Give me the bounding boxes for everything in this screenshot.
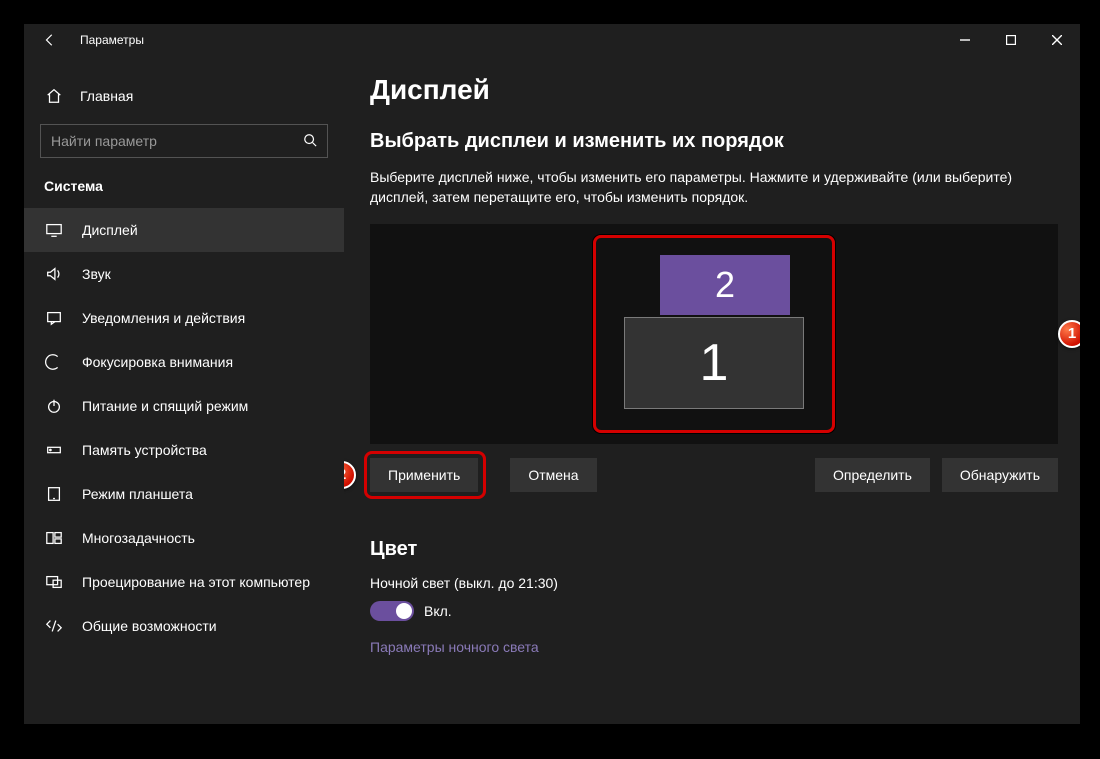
identify-button[interactable]: Определить (815, 458, 930, 492)
home-icon (44, 87, 64, 105)
sidebar-item-label: Многозадачность (82, 530, 195, 546)
shared-icon (44, 616, 64, 636)
search-wrap (24, 116, 344, 168)
sidebar: Главная Система Дисплей Звук (24, 56, 344, 724)
content: Дисплей Выбрать дисплеи и изменить их по… (344, 56, 1080, 724)
spacer (609, 458, 803, 492)
sidebar-item-label: Дисплей (82, 222, 138, 238)
toggle-knob (396, 603, 412, 619)
body: Главная Система Дисплей Звук (24, 56, 1080, 724)
sidebar-category: Система (24, 168, 344, 208)
sidebar-item-label: Уведомления и действия (82, 310, 245, 326)
sidebar-item-label: Общие возможности (82, 618, 217, 634)
sidebar-item-notifications[interactable]: Уведомления и действия (24, 296, 344, 340)
sidebar-item-label: Питание и спящий режим (82, 398, 248, 414)
night-light-settings-link[interactable]: Параметры ночного света (370, 639, 1050, 655)
sidebar-home[interactable]: Главная (24, 76, 344, 116)
search-input[interactable] (51, 133, 303, 149)
power-icon (44, 396, 64, 416)
sidebar-item-projecting[interactable]: Проецирование на этот компьютер (24, 560, 344, 604)
callout-badge-2: 2 (344, 461, 356, 489)
back-button[interactable] (38, 33, 62, 47)
arrange-heading: Выбрать дисплеи и изменить их порядок (370, 130, 1050, 153)
detect-button[interactable]: Обнаружить (942, 458, 1058, 492)
apply-button[interactable]: Применить (370, 458, 478, 492)
color-heading: Цвет (370, 538, 1050, 561)
focus-icon (44, 352, 64, 372)
sidebar-item-focus[interactable]: Фокусировка внимания (24, 340, 344, 384)
sound-icon (44, 264, 64, 284)
sidebar-item-label: Фокусировка внимания (82, 354, 233, 370)
titlebar: Параметры (24, 24, 1080, 56)
monitor-2[interactable]: 2 (660, 255, 790, 315)
minimize-button[interactable] (942, 24, 988, 56)
monitor-stack: 2 1 (624, 249, 804, 419)
multitasking-icon (44, 528, 64, 548)
window-controls (942, 24, 1080, 56)
page-title: Дисплей (370, 74, 1050, 106)
night-light-toggle-row: Вкл. (370, 601, 1050, 621)
settings-window: Параметры Главная С (24, 24, 1080, 724)
sidebar-item-label: Звук (82, 266, 111, 282)
night-light-label: Ночной свет (выкл. до 21:30) (370, 575, 1050, 591)
window-title: Параметры (80, 33, 144, 47)
monitor-1[interactable]: 1 (624, 317, 804, 409)
night-light-toggle[interactable] (370, 601, 414, 621)
sidebar-home-label: Главная (80, 88, 133, 104)
cancel-button[interactable]: Отмена (510, 458, 596, 492)
monitor-2-label: 2 (715, 264, 735, 306)
sidebar-item-label: Память устройства (82, 442, 207, 458)
sidebar-item-power[interactable]: Питание и спящий режим (24, 384, 344, 428)
search-box[interactable] (40, 124, 328, 158)
close-button[interactable] (1034, 24, 1080, 56)
sidebar-item-multitasking[interactable]: Многозадачность (24, 516, 344, 560)
storage-icon (44, 440, 64, 460)
sidebar-item-storage[interactable]: Память устройства (24, 428, 344, 472)
tablet-icon (44, 484, 64, 504)
arrange-button-row: Применить 2 Отмена Определить Обнаружить (370, 458, 1058, 492)
search-icon (303, 133, 317, 150)
sidebar-nav: Дисплей Звук Уведомления и действия Фоку… (24, 208, 344, 648)
sidebar-item-sound[interactable]: Звук (24, 252, 344, 296)
projecting-icon (44, 572, 64, 592)
display-icon (44, 220, 64, 240)
sidebar-item-label: Режим планшета (82, 486, 193, 502)
display-arrange-canvas[interactable]: 2 1 (370, 224, 1058, 444)
maximize-button[interactable] (988, 24, 1034, 56)
apply-wrap: Применить 2 (370, 458, 478, 492)
notifications-icon (44, 308, 64, 328)
sidebar-item-display[interactable]: Дисплей (24, 208, 344, 252)
monitor-1-label: 1 (700, 333, 729, 393)
arrange-wrap: 2 1 1 (370, 224, 1058, 444)
toggle-state: Вкл. (424, 603, 452, 619)
sidebar-item-shared[interactable]: Общие возможности (24, 604, 344, 648)
sidebar-item-tablet[interactable]: Режим планшета (24, 472, 344, 516)
arrange-help: Выберите дисплей ниже, чтобы изменить ег… (370, 167, 1050, 208)
sidebar-item-label: Проецирование на этот компьютер (82, 574, 310, 590)
callout-badge-1: 1 (1058, 320, 1080, 348)
